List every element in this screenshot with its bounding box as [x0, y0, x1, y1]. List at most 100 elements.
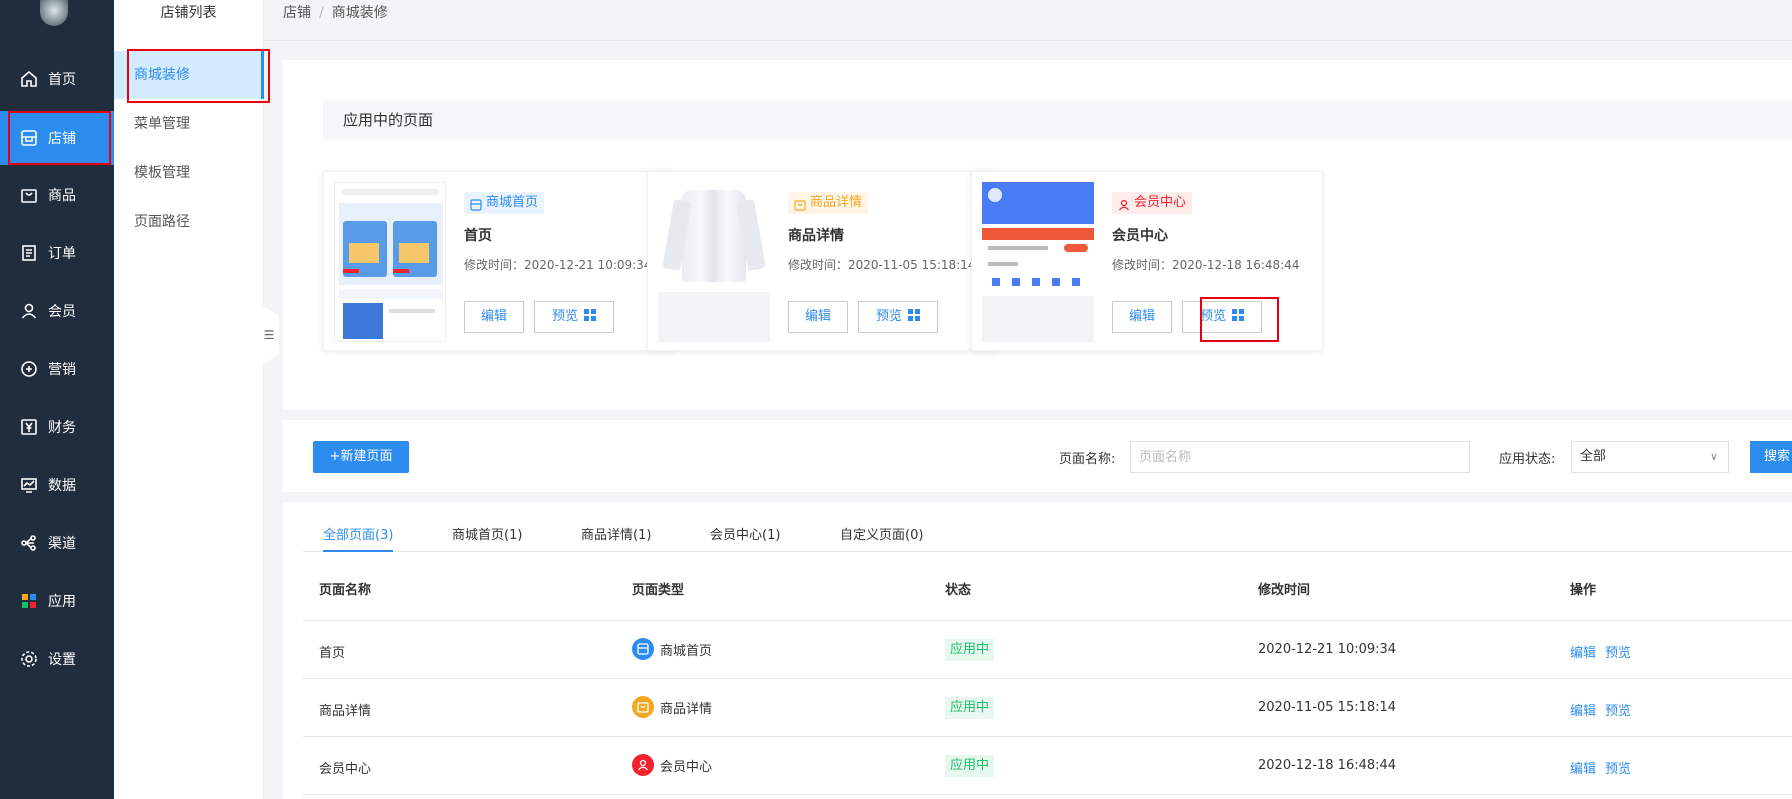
preview-link[interactable]: 预览 — [1605, 758, 1631, 777]
cell-page-name: 商品详情 — [319, 704, 372, 719]
tab-bar: 全部页面(3) 商城首页(1) 商品详情(1) 会员中心(1) 自定义页面(0) — [303, 502, 1792, 552]
sidebar-item-label: 数据 — [48, 478, 76, 494]
sidebar-item-label: 店铺 — [48, 131, 76, 147]
chevron-down-icon: ∨ — [1709, 450, 1718, 463]
subnav-item-menu[interactable]: 菜单管理 — [114, 100, 264, 148]
preview-button[interactable]: 预览 — [858, 301, 938, 333]
apps-icon — [20, 592, 38, 610]
tab-goods-detail[interactable]: 商品详情(1) — [581, 524, 651, 552]
search-button[interactable]: 搜索 — [1750, 441, 1792, 473]
page-thumbnail — [982, 182, 1094, 342]
sidebar-item-label: 设置 — [48, 652, 76, 668]
store-icon — [632, 638, 654, 660]
edit-link[interactable]: 编辑 — [1570, 758, 1596, 777]
sidebar-item-channel[interactable]: 渠道 — [0, 516, 114, 570]
page-name-input[interactable] — [1130, 441, 1470, 473]
user-icon — [632, 754, 654, 776]
share-icon — [20, 534, 38, 552]
cell-modified-time: 2020-12-21 10:09:34 — [1258, 642, 1397, 657]
filter-bar: +新建页面 页面名称: 应用状态: 全部 ∨ 搜索 — [283, 420, 1792, 492]
page-name: 首页 — [464, 228, 492, 244]
active-pages-heading: 应用中的页面 — [323, 100, 1792, 140]
status-label: 应用状态: — [1499, 452, 1556, 467]
sidebar-item-label: 订单 — [48, 246, 76, 262]
sidebar-item-home[interactable]: 首页 — [0, 52, 114, 106]
new-page-button[interactable]: +新建页面 — [313, 441, 409, 473]
status-badge: 应用中 — [945, 755, 995, 777]
sidebar-item-goods[interactable]: 商品 — [0, 168, 114, 222]
table-row: 会员中心 会员中心 应用中 2020-12-18 16:48:44 编辑 预览 — [303, 738, 1792, 795]
user-icon — [20, 302, 38, 320]
main-sidebar: 首页 店铺 商品 订单 会员 营销 财务 数据 渠道 应用 设置 — [0, 0, 114, 799]
column-header: 修改时间 — [1258, 583, 1311, 598]
cell-modified-time: 2020-12-18 16:48:44 — [1258, 758, 1397, 773]
status-select[interactable]: 全部 ∨ — [1571, 441, 1729, 473]
bag-icon — [794, 197, 806, 211]
edit-button[interactable]: 编辑 — [788, 301, 848, 333]
page-card-home: 商城首页 首页 修改时间：2020-12-21 10:09:34 编辑 预览 — [323, 171, 675, 351]
sidebar-item-label: 会员 — [48, 304, 76, 320]
preview-button[interactable]: 预览 — [1182, 301, 1262, 333]
sidebar-item-label: 营销 — [48, 362, 76, 378]
edit-button[interactable]: 编辑 — [464, 301, 524, 333]
cell-page-name: 首页 — [319, 646, 346, 661]
tab-home[interactable]: 商城首页(1) — [452, 524, 522, 552]
preview-link[interactable]: 预览 — [1605, 700, 1631, 719]
subnav-item-path[interactable]: 页面路径 — [114, 198, 264, 246]
avatar[interactable] — [40, 0, 68, 26]
edit-button[interactable]: 编辑 — [1112, 301, 1172, 333]
breadcrumb-root[interactable]: 店铺 — [283, 5, 311, 21]
cell-page-type: 商城首页 — [632, 638, 712, 660]
pages-table-panel: 全部页面(3) 商城首页(1) 商品详情(1) 会员中心(1) 自定义页面(0)… — [283, 502, 1792, 799]
preview-button[interactable]: 预览 — [534, 301, 614, 333]
edit-link[interactable]: 编辑 — [1570, 642, 1596, 661]
sidebar-item-marketing[interactable]: 营销 — [0, 342, 114, 396]
sidebar-item-label: 首页 — [48, 72, 76, 88]
sidebar-item-label: 商品 — [48, 188, 76, 204]
collapse-toggle-icon[interactable]: ☰ — [259, 303, 279, 367]
page-type-tag: 商城首页 — [464, 192, 545, 214]
modified-time: 修改时间：2020-11-05 15:18:14 — [788, 258, 976, 272]
chart-icon — [20, 476, 38, 494]
page-name: 商品详情 — [788, 228, 844, 244]
page-type-tag: 会员中心 — [1112, 192, 1193, 214]
tab-custom[interactable]: 自定义页面(0) — [840, 524, 923, 552]
cell-modified-time: 2020-11-05 15:18:14 — [1258, 700, 1397, 715]
sidebar-item-label: 应用 — [48, 594, 76, 610]
tab-member-center[interactable]: 会员中心(1) — [710, 524, 780, 552]
active-pages-panel: 应用中的页面 商城首页 首页 修改时间：2020-12-21 10:09:34 … — [283, 60, 1792, 410]
modified-time: 修改时间：2020-12-21 10:09:34 — [464, 258, 652, 272]
sidebar-item-members[interactable]: 会员 — [0, 284, 114, 338]
column-header: 页面类型 — [632, 583, 685, 598]
table-header: 页面名称 页面类型 状态 修改时间 操作 — [303, 553, 1792, 621]
preview-link[interactable]: 预览 — [1605, 642, 1631, 661]
sidebar-item-store[interactable]: 店铺 — [0, 111, 114, 165]
sidebar-item-apps[interactable]: 应用 — [0, 574, 114, 628]
column-header: 状态 — [945, 583, 972, 598]
sidebar-item-settings[interactable]: 设置 — [0, 632, 114, 686]
cell-page-type: 会员中心 — [632, 754, 712, 776]
order-icon — [20, 244, 38, 262]
qr-code-icon — [908, 309, 920, 321]
home-icon — [20, 70, 38, 88]
sidebar-item-data[interactable]: 数据 — [0, 458, 114, 512]
subnav-item-template[interactable]: 模板管理 — [114, 149, 264, 197]
edit-link[interactable]: 编辑 — [1570, 700, 1596, 719]
tab-all[interactable]: 全部页面(3) — [323, 524, 394, 552]
sub-sidebar: 店铺列表 商城装修 菜单管理 模板管理 页面路径 — [114, 0, 264, 799]
sidebar-item-finance[interactable]: 财务 — [0, 400, 114, 454]
breadcrumb-separator: / — [319, 5, 324, 21]
bag-icon — [20, 186, 38, 204]
page-type-tag: 商品详情 — [788, 192, 869, 214]
column-header: 页面名称 — [319, 583, 372, 598]
sidebar-item-orders[interactable]: 订单 — [0, 226, 114, 280]
page-thumbnail — [658, 182, 770, 342]
table-row: 商品详情 商品详情 应用中 2020-11-05 15:18:14 编辑 预览 — [303, 680, 1792, 737]
modified-time: 修改时间：2020-12-18 16:48:44 — [1112, 258, 1300, 272]
cell-page-type: 商品详情 — [632, 696, 712, 718]
subnav-item-decoration[interactable]: 商城装修 — [114, 51, 264, 99]
user-icon — [1118, 197, 1130, 211]
page-card-member-center: 会员中心 会员中心 修改时间：2020-12-18 16:48:44 编辑 预览 — [971, 171, 1323, 351]
column-header: 操作 — [1570, 583, 1597, 598]
marketing-icon — [20, 360, 38, 378]
